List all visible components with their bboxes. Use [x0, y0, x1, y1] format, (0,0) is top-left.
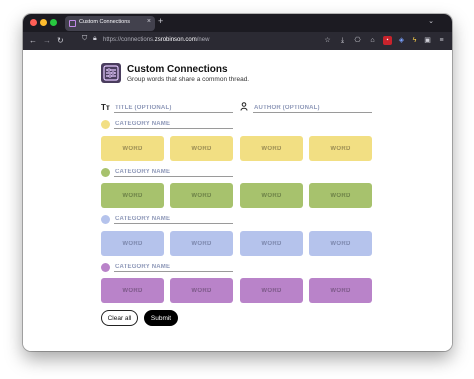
- close-window-button[interactable]: [30, 19, 37, 26]
- category-name-input[interactable]: [114, 214, 233, 224]
- lightning-icon[interactable]: ϟ: [410, 36, 419, 45]
- tracking-shield-icon[interactable]: ⛉: [82, 35, 87, 43]
- maximize-window-button[interactable]: [50, 19, 57, 26]
- word-input[interactable]: [170, 278, 233, 303]
- tab-list-chevron-icon[interactable]: ⌄: [428, 17, 434, 25]
- puzzle-icon[interactable]: ▣: [423, 36, 432, 45]
- home-icon[interactable]: ⌂: [368, 36, 377, 45]
- tab-title: Custom Connections: [79, 19, 131, 25]
- word-input[interactable]: [309, 231, 372, 256]
- shield-ext-icon[interactable]: ◈: [397, 36, 406, 45]
- forward-button[interactable]: →: [43, 35, 51, 47]
- bookmark-star-icon[interactable]: ☆: [323, 36, 332, 45]
- back-button[interactable]: ←: [29, 35, 37, 47]
- lock-icon[interactable]: 🔒︎: [93, 35, 97, 43]
- url-bar[interactable]: ⛉ 🔒︎ https://connections.zsrobinson.com/…: [82, 35, 304, 47]
- app-logo-icon: [101, 63, 121, 83]
- category-name-input[interactable]: [114, 119, 233, 129]
- word-input[interactable]: [101, 183, 164, 208]
- app-favicon-icon: [69, 20, 76, 27]
- category-color-dot: [101, 168, 110, 177]
- extension-icon[interactable]: ⎔: [353, 36, 362, 45]
- word-input[interactable]: [240, 136, 303, 161]
- word-input[interactable]: [101, 136, 164, 161]
- category-color-dot: [101, 263, 110, 272]
- title-input[interactable]: [114, 103, 233, 113]
- reload-button[interactable]: ↻: [57, 35, 64, 47]
- tab-custom-connections[interactable]: Custom Connections ×: [65, 16, 155, 31]
- word-input[interactable]: [309, 136, 372, 161]
- word-input[interactable]: [170, 231, 233, 256]
- category-color-dot: [101, 215, 110, 224]
- category-name-input[interactable]: [114, 262, 233, 272]
- pdf-icon[interactable]: ▪: [383, 36, 392, 45]
- new-tab-button[interactable]: +: [158, 16, 163, 26]
- tab-close-icon[interactable]: ×: [147, 18, 151, 25]
- word-input[interactable]: [240, 183, 303, 208]
- word-input[interactable]: [170, 183, 233, 208]
- person-icon: [240, 102, 248, 113]
- word-input[interactable]: [240, 231, 303, 256]
- word-input[interactable]: [101, 278, 164, 303]
- browser-window: Custom Connections × + ⌄ ← → ↻ ⛉ 🔒︎ http…: [23, 14, 452, 351]
- page-title: Custom Connections: [127, 64, 228, 75]
- navigation-bar: ← → ↻ ⛉ 🔒︎ https://connections.zsrobinso…: [23, 32, 452, 50]
- word-input[interactable]: [309, 278, 372, 303]
- category-name-input[interactable]: [114, 167, 233, 177]
- minimize-window-button[interactable]: [40, 19, 47, 26]
- submit-button[interactable]: Submit: [144, 310, 178, 326]
- page-subtitle: Group words that share a common thread.: [127, 76, 250, 83]
- text-format-icon: Tт: [101, 103, 110, 112]
- page-content: Custom Connections Group words that shar…: [23, 50, 452, 351]
- word-input[interactable]: [309, 183, 372, 208]
- menu-icon[interactable]: ≡: [437, 36, 446, 45]
- category-color-dot: [101, 120, 110, 129]
- download-icon[interactable]: ⤓: [338, 36, 347, 45]
- word-input[interactable]: [240, 278, 303, 303]
- clear-all-button[interactable]: Clear all: [101, 310, 138, 326]
- author-input[interactable]: [253, 103, 372, 113]
- title-bar: Custom Connections × + ⌄: [23, 14, 452, 32]
- url-text[interactable]: https://connections.zsrobinson.com/new: [103, 37, 209, 43]
- word-input[interactable]: [170, 136, 233, 161]
- word-input[interactable]: [101, 231, 164, 256]
